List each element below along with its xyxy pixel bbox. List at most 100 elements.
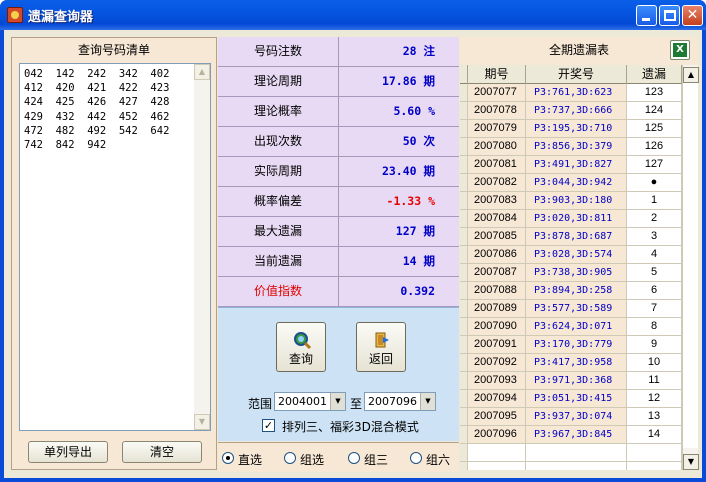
range-label: 范围	[248, 397, 273, 411]
draw-cell: P3:044,3D:942	[526, 174, 627, 191]
query-number-text[interactable]: 042 142 242 342 402 412 420 421 422 423 …	[24, 67, 192, 152]
query-number-list[interactable]: 042 142 242 342 402 412 420 421 422 423 …	[19, 63, 211, 431]
table-row[interactable]: 2007088 P3:894,3D:258 6	[460, 282, 682, 300]
table-row[interactable]: 2007083 P3:903,3D:180 1	[460, 192, 682, 210]
miss-cell: 10	[627, 354, 682, 371]
mode-radio-1[interactable]	[284, 452, 296, 464]
grid-scrollbar[interactable]: ▲ ▼	[682, 65, 699, 470]
stat-label: 概率偏差	[218, 187, 339, 216]
mixed-mode-label[interactable]: 排列三、福彩3D混合模式	[282, 418, 419, 435]
table-row[interactable]: 2007078 P3:737,3D:666 124	[460, 102, 682, 120]
stat-value: 0.392	[339, 277, 459, 306]
table-row[interactable]: 2007081 P3:491,3D:827 127	[460, 156, 682, 174]
table-row[interactable]: 2007085 P3:878,3D:687 3	[460, 228, 682, 246]
history-table-title: 全期遗漏表	[548, 43, 609, 57]
table-row[interactable]: 2007089 P3:577,3D:589 7	[460, 300, 682, 318]
list-scrollbar[interactable]: ▲ ▼	[194, 64, 210, 430]
maximize-icon	[664, 10, 676, 21]
miss-cell	[627, 462, 682, 470]
table-row[interactable]: 2007084 P3:020,3D:811 2	[460, 210, 682, 228]
scroll-down-icon[interactable]: ▼	[194, 414, 210, 430]
row-header	[460, 372, 468, 389]
chevron-down-icon[interactable]: ▼	[330, 393, 345, 410]
mode-radio-0[interactable]	[222, 452, 234, 464]
period-cell: 2007080	[468, 138, 526, 155]
scroll-up-icon[interactable]: ▲	[194, 64, 210, 80]
table-row[interactable]: 2007080 P3:856,3D:379 126	[460, 138, 682, 156]
mode-radio-label[interactable]: 直选	[238, 451, 262, 468]
mode-radio-label[interactable]: 组六	[426, 451, 450, 468]
period-cell: 2007092	[468, 354, 526, 371]
close-button[interactable]: ✕	[682, 5, 703, 26]
scroll-down-icon[interactable]: ▼	[683, 454, 699, 470]
row-header	[460, 408, 468, 425]
table-row[interactable]: 2007086 P3:028,3D:574 4	[460, 246, 682, 264]
draw-cell: P3:856,3D:379	[526, 138, 627, 155]
back-button-label: 返回	[368, 352, 393, 366]
scroll-up-icon[interactable]: ▲	[683, 67, 699, 83]
history-grid[interactable]: 期号 开奖号 遗漏 2007077 P3:761,3D:623 123 2007078…	[460, 65, 682, 470]
table-row[interactable]: 2007079 P3:195,3D:710 125	[460, 120, 682, 138]
miss-cell: 126	[627, 138, 682, 155]
chevron-down-icon[interactable]: ▼	[420, 393, 435, 410]
draw-cell: P3:967,3D:845	[526, 426, 627, 443]
miss-cell: 5	[627, 264, 682, 281]
excel-export-button[interactable]: X	[670, 40, 690, 60]
miss-cell: 4	[627, 246, 682, 263]
draw-cell: P3:051,3D:415	[526, 390, 627, 407]
draw-cell: P3:903,3D:180	[526, 192, 627, 209]
table-row[interactable]: 2007095 P3:937,3D:074 13	[460, 408, 682, 426]
stat-value: 28 注	[339, 37, 459, 66]
period-cell: 2007077	[468, 84, 526, 101]
table-row[interactable]: 2007091 P3:170,3D:779 9	[460, 336, 682, 354]
stat-value: -1.33 %	[339, 187, 459, 216]
stat-label: 最大遗漏	[218, 217, 339, 246]
table-row[interactable]: 2007082 P3:044,3D:942 ●	[460, 174, 682, 192]
range-to-select[interactable]: 2007096 ▼	[364, 392, 436, 411]
row-header	[460, 138, 468, 155]
table-row[interactable]: 2007087 P3:738,3D:905 5	[460, 264, 682, 282]
period-cell: 2007083	[468, 192, 526, 209]
draw-cell: P3:937,3D:074	[526, 408, 627, 425]
period-cell: 2007087	[468, 264, 526, 281]
table-row[interactable]: 2007094 P3:051,3D:415 12	[460, 390, 682, 408]
mode-radio-3[interactable]	[410, 452, 422, 464]
mode-radio-2[interactable]	[348, 452, 360, 464]
stat-value: 5.60 %	[339, 97, 459, 126]
miss-cell: 1	[627, 192, 682, 209]
row-header	[460, 120, 468, 137]
maximize-button[interactable]	[659, 5, 680, 26]
app-window: 遗漏查询器 ✕ 查询号码清单 042 142 242 342 402 412 4…	[0, 0, 706, 482]
clear-button[interactable]: 清空	[122, 441, 202, 463]
minimize-button[interactable]	[636, 5, 657, 26]
column-header-miss[interactable]: 遗漏	[627, 65, 682, 84]
table-row[interactable]: 2007077 P3:761,3D:623 123	[460, 84, 682, 102]
row-header	[460, 102, 468, 119]
column-header-period[interactable]: 期号	[468, 65, 526, 84]
row-header	[460, 246, 468, 263]
stat-row: 概率偏差 -1.33 %	[218, 187, 459, 217]
back-button[interactable]: 返回	[356, 322, 406, 372]
mode-radio-label[interactable]: 组三	[364, 451, 388, 468]
excel-icon: X	[673, 43, 687, 57]
export-column-button[interactable]: 单列导出	[28, 441, 108, 463]
table-row[interactable]: 2007096 P3:967,3D:845 14	[460, 426, 682, 444]
draw-cell: P3:894,3D:258	[526, 282, 627, 299]
mixed-mode-checkbox[interactable]: ✓	[262, 419, 275, 432]
table-row[interactable]: 2007092 P3:417,3D:958 10	[460, 354, 682, 372]
empty-row	[460, 444, 682, 462]
query-button[interactable]: 查询	[276, 322, 326, 372]
table-row[interactable]: 2007090 P3:624,3D:071 8	[460, 318, 682, 336]
table-row[interactable]: 2007093 P3:971,3D:368 11	[460, 372, 682, 390]
range-from-select[interactable]: 2004001 ▼	[274, 392, 346, 411]
title-bar[interactable]: 遗漏查询器 ✕	[0, 0, 706, 30]
period-cell: 2007085	[468, 228, 526, 245]
mode-radio-label[interactable]: 组选	[300, 451, 324, 468]
miss-cell	[627, 444, 682, 461]
column-header-draw[interactable]: 开奖号	[526, 65, 627, 84]
row-header	[460, 156, 468, 173]
period-cell: 2007082	[468, 174, 526, 191]
scroll-track[interactable]	[683, 83, 698, 448]
miss-cell: ●	[627, 174, 682, 191]
miss-cell: 9	[627, 336, 682, 353]
